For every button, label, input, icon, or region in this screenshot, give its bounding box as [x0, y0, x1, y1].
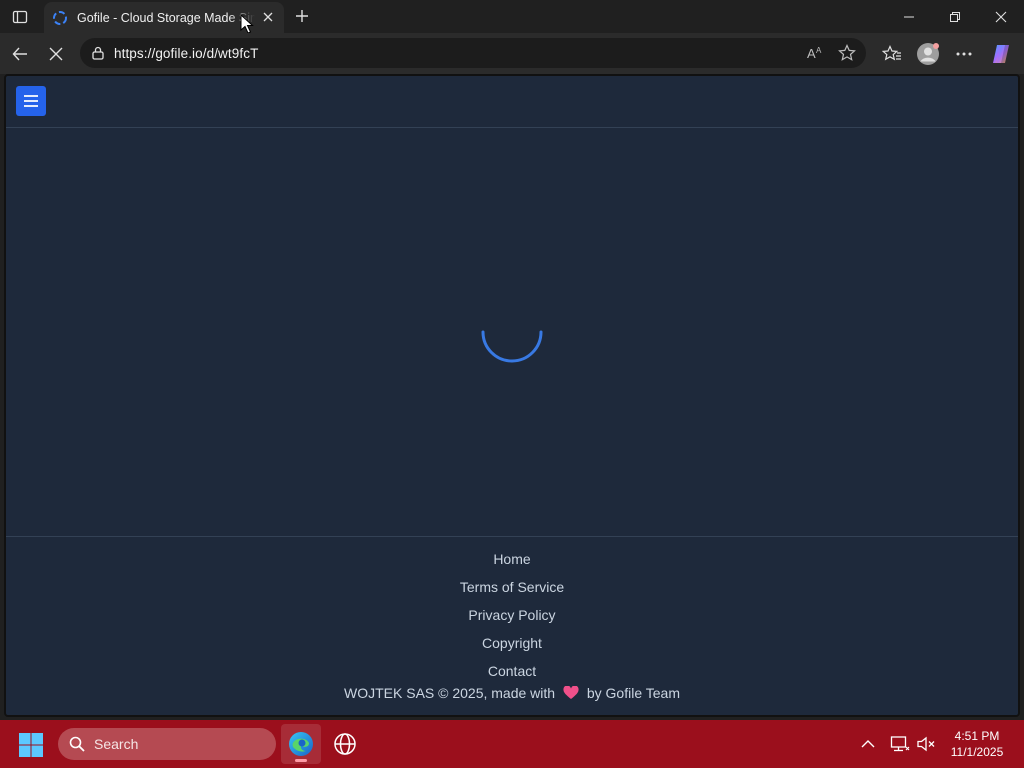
- hamburger-menu-icon[interactable]: [16, 86, 46, 116]
- copyright-prefix: WOJTEK SAS © 2025, made with: [344, 685, 556, 701]
- network-icon[interactable]: [890, 734, 910, 754]
- search-placeholder: Search: [94, 736, 139, 752]
- close-window-icon[interactable]: [978, 0, 1024, 33]
- restore-icon[interactable]: [932, 0, 978, 33]
- windows-taskbar: Search 4:51 PM 11/1/2025: [0, 720, 1024, 768]
- back-arrow-icon[interactable]: [5, 39, 35, 69]
- taskbar-clock[interactable]: 4:51 PM 11/1/2025: [940, 728, 1014, 760]
- globe-taskbar-icon[interactable]: [325, 724, 365, 764]
- clock-time: 4:51 PM: [954, 729, 1000, 743]
- chevron-up-icon[interactable]: [858, 734, 878, 754]
- site-info-icon[interactable]: [90, 45, 106, 61]
- windows-start-icon[interactable]: [18, 732, 44, 758]
- read-aloud-icon[interactable]: AA: [804, 43, 826, 63]
- footer-link-home[interactable]: Home: [493, 545, 530, 573]
- heart-icon: [563, 686, 579, 699]
- url-text: https://gofile.io/d/wt9fcT: [114, 45, 259, 61]
- taskbar-search-box[interactable]: Search: [58, 728, 276, 760]
- svg-text:A: A: [807, 46, 816, 61]
- copyright-notice: WOJTEK SAS © 2025, made with by Gofile T…: [6, 685, 1018, 701]
- gofile-favicon-icon: [52, 10, 68, 26]
- search-icon: [68, 735, 86, 753]
- mouse-cursor-icon: [240, 14, 254, 34]
- favorites-icon[interactable]: [877, 39, 907, 69]
- address-bar[interactable]: https://gofile.io/d/wt9fcT AA: [80, 38, 866, 68]
- tab-strip: Gofile - Cloud Storage Made Simple: [0, 0, 1024, 34]
- more-icon[interactable]: [949, 39, 979, 69]
- browser-toolbar: https://gofile.io/d/wt9fcT AA: [0, 33, 1024, 74]
- site-footer: Home Terms of Service Privacy Policy Cop…: [6, 536, 1018, 715]
- tab-actions-icon[interactable]: [6, 6, 34, 28]
- footer-link-contact[interactable]: Contact: [488, 657, 536, 685]
- footer-link-copyright[interactable]: Copyright: [482, 629, 542, 657]
- footer-link-terms[interactable]: Terms of Service: [460, 573, 564, 601]
- minimize-icon[interactable]: [886, 0, 932, 33]
- tab-title: Gofile - Cloud Storage Made Simple: [77, 10, 255, 25]
- svg-text:A: A: [816, 46, 822, 55]
- clock-date: 11/1/2025: [950, 745, 1004, 759]
- profile-icon[interactable]: [913, 39, 943, 69]
- stop-loading-icon[interactable]: [41, 39, 71, 69]
- edge-taskbar-icon[interactable]: [281, 724, 321, 764]
- footer-link-privacy[interactable]: Privacy Policy: [468, 601, 555, 629]
- star-icon[interactable]: [836, 43, 858, 63]
- volume-muted-icon[interactable]: [916, 734, 936, 754]
- plus-icon[interactable]: [291, 5, 313, 27]
- web-page: Home Terms of Service Privacy Policy Cop…: [4, 74, 1020, 717]
- active-app-indicator: [295, 759, 307, 762]
- copilot-icon[interactable]: [986, 39, 1016, 69]
- loading-spinner-icon: [481, 330, 543, 363]
- site-header: [6, 76, 1018, 128]
- close-icon[interactable]: [260, 9, 276, 25]
- copyright-suffix: by Gofile Team: [586, 685, 680, 701]
